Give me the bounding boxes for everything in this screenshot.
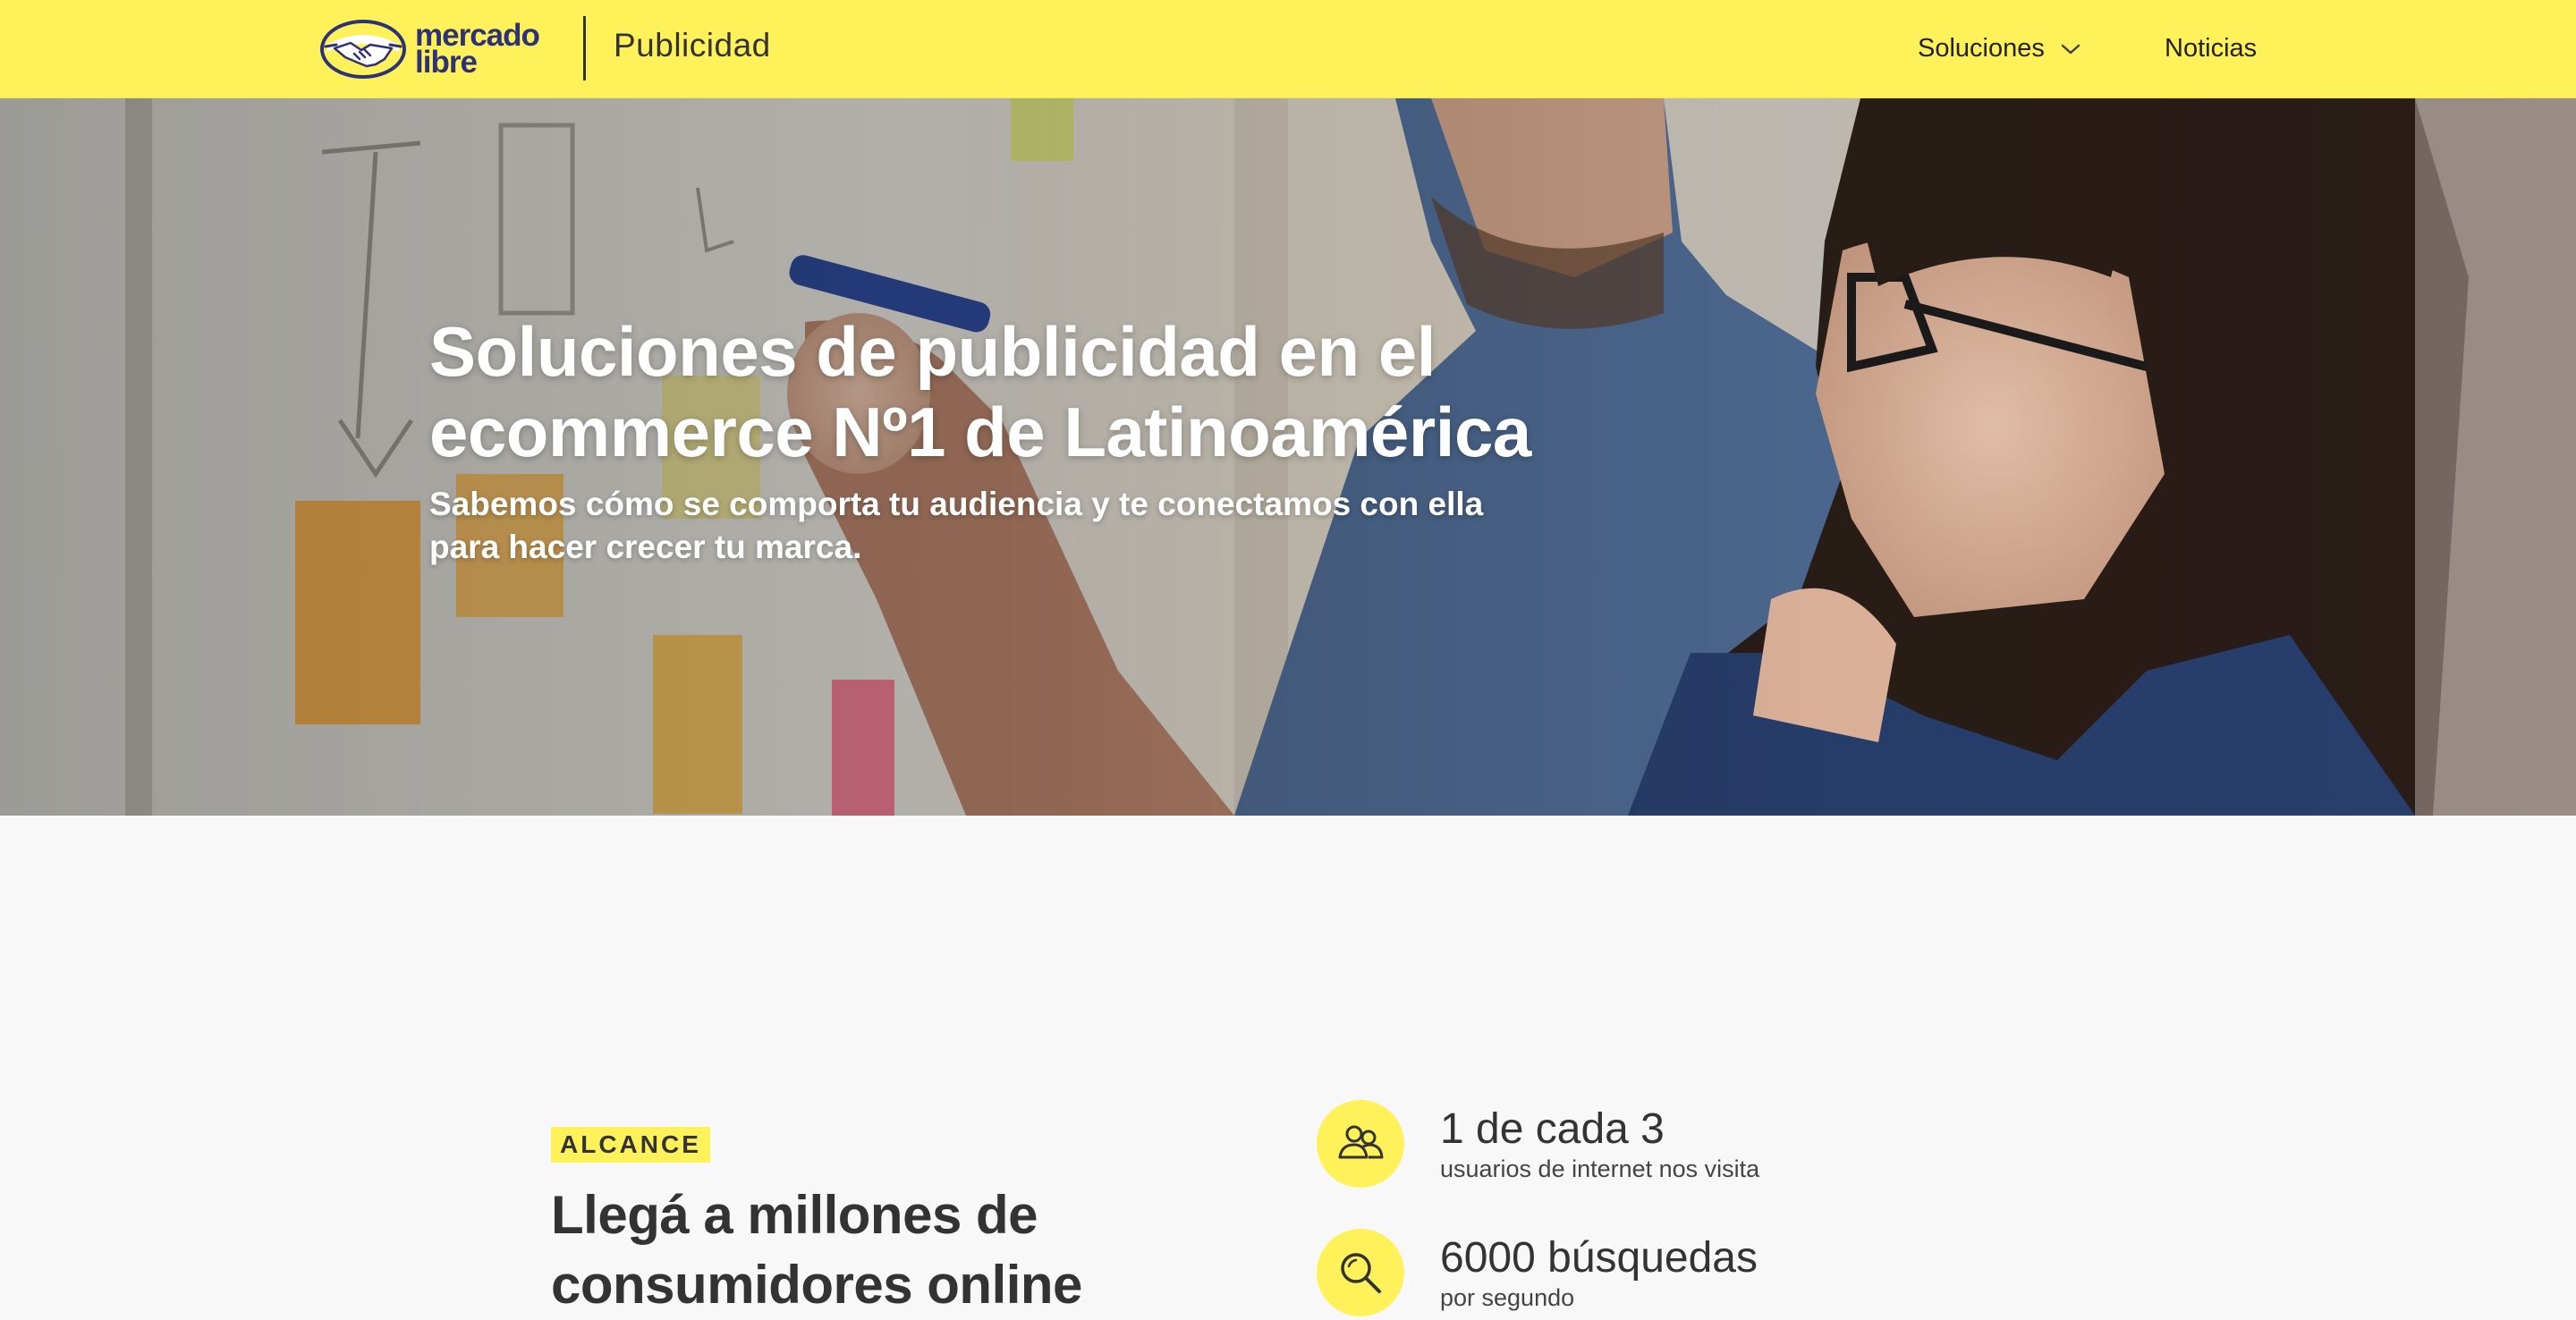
stat-text: 6000 búsquedas por segundo bbox=[1440, 1234, 1758, 1313]
logo-wordmark: mercado libre bbox=[415, 20, 540, 80]
stat-icon-badge bbox=[1317, 1229, 1404, 1316]
nav-solutions-dropdown[interactable]: Soluciones bbox=[1918, 34, 2080, 63]
stat-value: 6000 búsquedas bbox=[1440, 1234, 1758, 1282]
chevron-down-icon bbox=[2061, 44, 2080, 54]
nav-news-link[interactable]: Noticias bbox=[2165, 34, 2257, 63]
handshake-logo-icon bbox=[320, 20, 406, 79]
stat-icon-badge bbox=[1317, 1100, 1404, 1188]
product-name[interactable]: Publicidad bbox=[614, 27, 771, 64]
search-icon bbox=[1341, 1253, 1381, 1293]
stat-label: usuarios de internet nos visita bbox=[1440, 1155, 1760, 1182]
stat-item: 1 de cada 3 usuarios de internet nos vis… bbox=[1317, 1100, 1759, 1188]
hero-title: Soluciones de publicidad en el ecommerce… bbox=[429, 312, 1531, 471]
stat-label: por segundo bbox=[1440, 1284, 1575, 1311]
hero-banner: Soluciones de publicidad en el ecommerce… bbox=[0, 98, 2576, 816]
section-title: Llegá a millones de consumidores online bbox=[551, 1185, 1082, 1315]
users-icon bbox=[1338, 1125, 1384, 1159]
logo-wordmark-line2: libre bbox=[415, 45, 478, 80]
nav-solutions-label: Soluciones bbox=[1918, 34, 2045, 63]
mercadolibre-logo[interactable]: mercado libre bbox=[318, 16, 540, 82]
section-tag: ALCANCE bbox=[551, 1127, 710, 1163]
site-header: mercado libre Publicidad Soluciones Noti… bbox=[0, 0, 2576, 98]
stat-value: 1 de cada 3 bbox=[1440, 1105, 1665, 1153]
hero-subtitle: Sabemos cómo se comporta tu audiencia y … bbox=[429, 486, 1484, 565]
stat-item: 6000 búsquedas por segundo bbox=[1317, 1229, 1758, 1316]
stat-text: 1 de cada 3 usuarios de internet nos vis… bbox=[1440, 1105, 1759, 1184]
logo-divider bbox=[583, 16, 586, 80]
